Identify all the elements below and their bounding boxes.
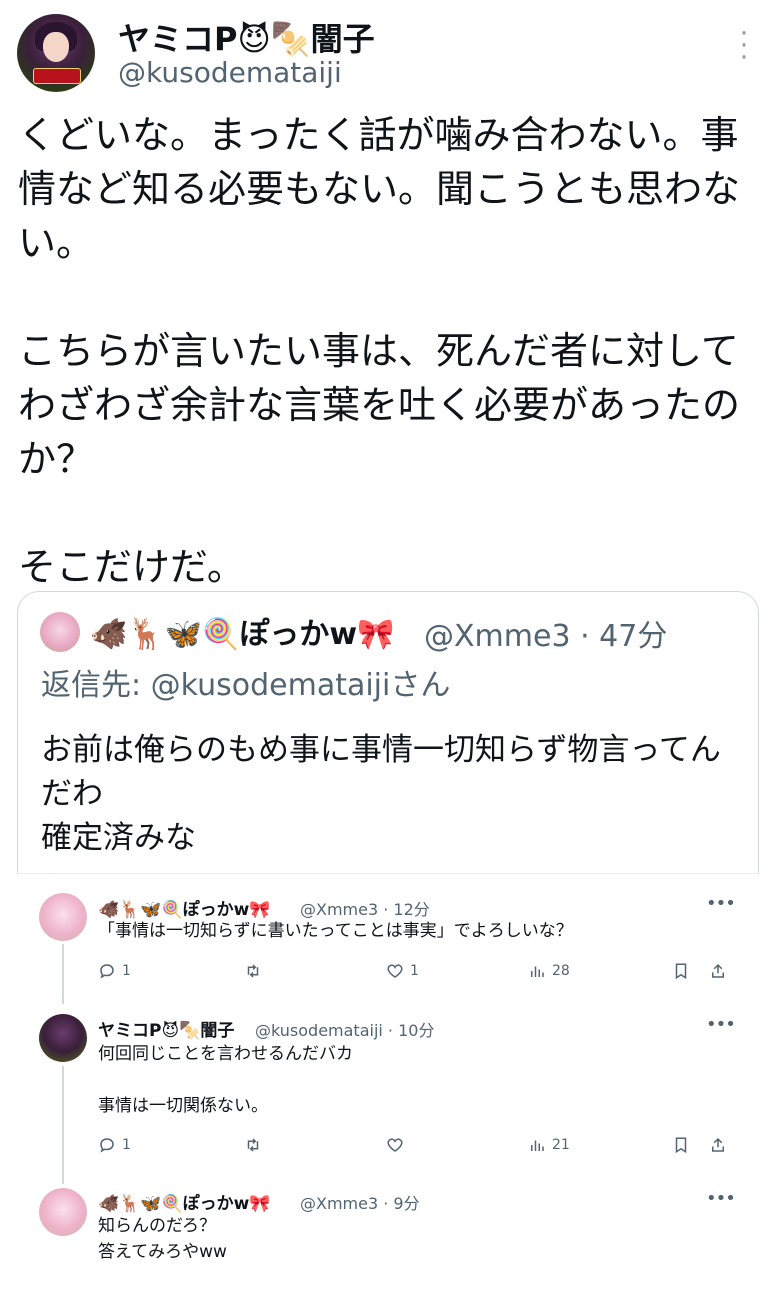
reply-avatar [39,1014,87,1062]
quoted-author-avatar [40,612,80,652]
reply-icon [100,1138,114,1153]
more-options-icon[interactable]: · · · [734,21,754,71]
author-avatar[interactable] [17,14,95,92]
reply-avatar [39,893,87,941]
reply-author-name: 🐗🦌🦋🍭ぽっかw🎀 [98,900,271,920]
bookmark-action [672,1136,690,1154]
reply-avatar [39,1188,87,1236]
thread-connector [62,944,64,1004]
reply-action: 1 [98,962,131,980]
reply-text: 何回同じことを言わせるんだバカ 事情は一切関係ない。 [98,1044,353,1116]
views-action: 21 [528,1136,570,1154]
views-icon [531,966,544,977]
quoted-tweet-body: お前は俺らのもめ事に事情一切知らず物言ってんだわ 確定済みな [41,732,721,856]
reply-action: 1 [98,1136,131,1154]
heart-icon [387,964,403,978]
reply-author-name: ヤミコP😈🍢闇子 [98,1021,235,1041]
reply-count: 1 [122,1137,131,1153]
share-icon [712,963,724,978]
views-icon [531,1140,544,1151]
like-action [386,1136,404,1154]
reply-icon [100,964,114,979]
reply-text: 「事情は一切知らずに書いたってことは事実」でよろしいな？ [98,921,573,941]
tweet-body: くどいな。まったく話が噛み合わない。事情など知る必要もない。聞こうとも思わない。… [18,113,741,589]
quoted-handle-time: @Xmme3 · 47分 [424,619,668,654]
thread-connector [62,1066,64,1184]
retweet-action [244,962,262,980]
quoted-reply-to: 返信先: @kusodemataijiさん [41,668,451,703]
share-action [709,962,727,980]
reply-more-icon: ••• [706,1014,736,1035]
bookmark-action [672,962,690,980]
heart-icon [387,1138,403,1152]
like-count: 1 [410,963,419,979]
reply-count: 1 [122,963,131,979]
reply-meta: @kusodemataiji · 10分 [255,1021,435,1040]
reply-author-name: 🐗🦌🦋🍭ぽっかw🎀 [98,1194,271,1214]
retweet-action [244,1136,262,1154]
author-handle[interactable]: @kusodemataiji [118,56,342,89]
reply-text: 知らんのだろ？ 答えてみろやww [98,1216,227,1262]
author-display-name[interactable]: ヤミコP😈🍢闇子 [118,14,375,60]
share-icon [712,1137,724,1152]
reply-more-icon: ••• [706,893,736,914]
view-count: 28 [552,963,570,979]
like-action: 1 [386,962,419,980]
quoted-author-name: 🐗🦌🦋🍭ぽっかw🎀 [90,617,395,652]
retweet-icon [247,1138,259,1152]
bookmark-icon [675,963,687,980]
retweet-icon [247,964,259,978]
reply-meta: @Xmme3 · 9分 [300,1194,420,1213]
view-count: 21 [552,1137,570,1153]
views-action: 28 [528,962,570,980]
reply-more-icon: ••• [706,1188,736,1209]
share-action [709,1136,727,1154]
reply-meta: @Xmme3 · 12分 [300,900,430,919]
bookmark-icon [675,1137,687,1154]
